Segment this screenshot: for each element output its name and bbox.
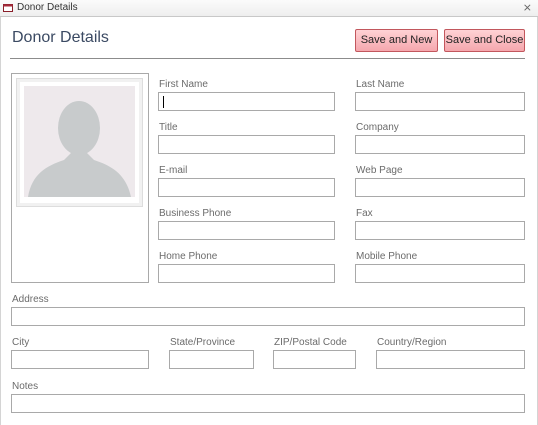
- notes-label: Notes: [12, 381, 39, 392]
- form-window: Donor Details Save and New Save and Clos…: [0, 17, 538, 425]
- first-name-label: First Name: [159, 79, 208, 90]
- person-silhouette-icon: [28, 101, 131, 197]
- country-region-label: Country/Region: [377, 337, 447, 348]
- title-field[interactable]: [158, 135, 335, 154]
- title-label: Title: [159, 122, 178, 133]
- web-page-label: Web Page: [356, 165, 403, 176]
- email-field[interactable]: [158, 178, 335, 197]
- business-phone-label: Business Phone: [159, 208, 232, 219]
- home-phone-field[interactable]: [158, 264, 335, 283]
- address-label: Address: [12, 294, 49, 305]
- zip-postal-code-field[interactable]: [273, 350, 356, 369]
- state-province-label: State/Province: [170, 337, 236, 348]
- close-icon[interactable]: ⨯: [523, 1, 532, 14]
- save-and-new-button[interactable]: Save and New: [355, 29, 438, 52]
- business-phone-field[interactable]: [158, 221, 335, 240]
- notes-field[interactable]: [11, 394, 525, 413]
- save-and-close-button[interactable]: Save and Close: [444, 29, 525, 52]
- state-province-field[interactable]: [169, 350, 254, 369]
- form-title: Donor Details: [12, 29, 109, 46]
- zip-postal-code-label: ZIP/Postal Code: [274, 337, 347, 348]
- company-field[interactable]: [355, 135, 525, 154]
- last-name-label: Last Name: [356, 79, 405, 90]
- access-form-icon: [3, 4, 13, 12]
- donor-photo[interactable]: [11, 73, 149, 283]
- text-caret: [163, 96, 164, 108]
- web-page-field[interactable]: [355, 178, 525, 197]
- window-titlebar: Donor Details ⨯: [0, 0, 538, 17]
- email-label: E-mail: [159, 165, 188, 176]
- last-name-field[interactable]: [355, 92, 525, 111]
- address-field[interactable]: [11, 307, 525, 326]
- photo-placeholder: [24, 86, 135, 197]
- window-title: Donor Details: [17, 2, 78, 13]
- first-name-field[interactable]: [158, 92, 335, 111]
- fax-field[interactable]: [355, 221, 525, 240]
- country-region-field[interactable]: [376, 350, 525, 369]
- fax-label: Fax: [356, 208, 373, 219]
- home-phone-label: Home Phone: [159, 251, 218, 262]
- header-divider: [10, 58, 525, 59]
- company-label: Company: [356, 122, 399, 133]
- mobile-phone-label: Mobile Phone: [356, 251, 418, 262]
- photo-frame: [16, 78, 143, 207]
- mobile-phone-field[interactable]: [355, 264, 525, 283]
- city-label: City: [12, 337, 30, 348]
- city-field[interactable]: [11, 350, 149, 369]
